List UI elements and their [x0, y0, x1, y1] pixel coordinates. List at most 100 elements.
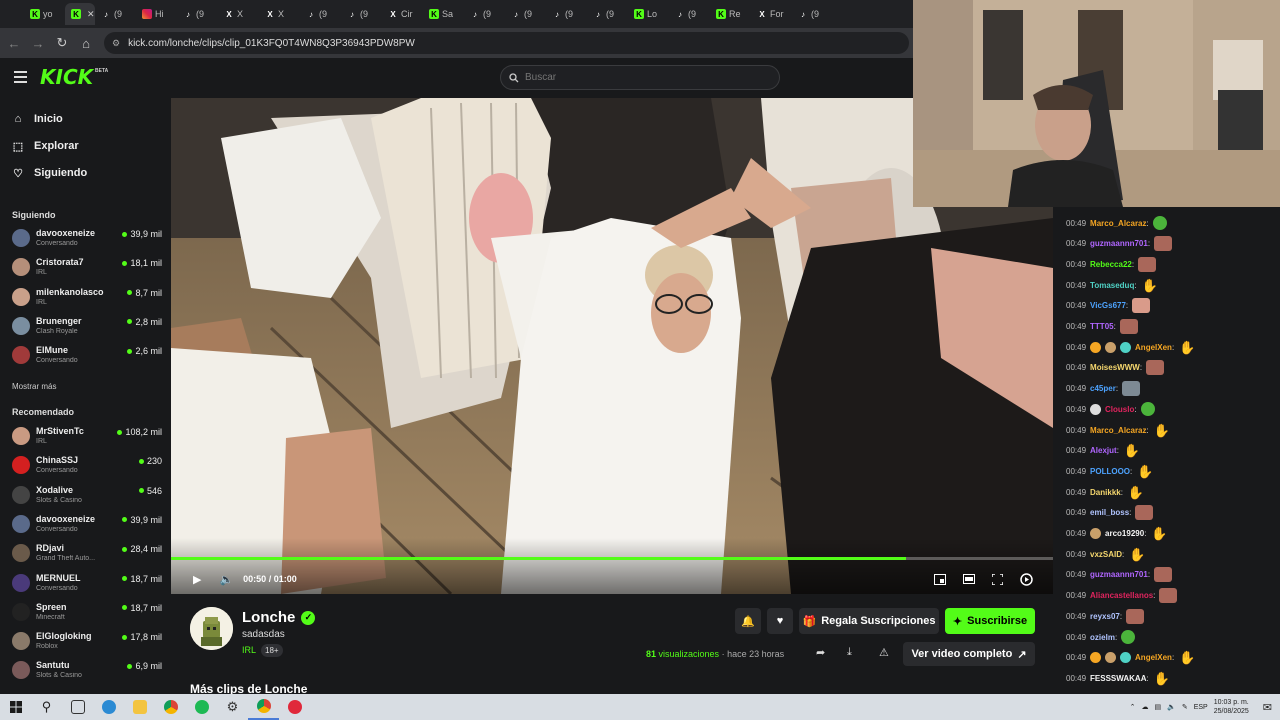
forward-icon[interactable]: →: [26, 31, 50, 55]
theater-mode-icon[interactable]: [963, 574, 975, 584]
chat-message[interactable]: 00:49 AngelXen: ✋: [1066, 338, 1196, 356]
browser-tab[interactable]: ♪ (9: [341, 3, 382, 25]
chat-username[interactable]: Danikkk: [1090, 488, 1121, 497]
nav-explorar[interactable]: ⬚ Explorar: [12, 136, 79, 156]
close-icon[interactable]: ✕: [87, 9, 95, 20]
chat-username[interactable]: Tomaseduq: [1090, 281, 1134, 290]
chat-username[interactable]: Aliancastellanos: [1090, 591, 1153, 600]
chat-message[interactable]: 00:49 Clouslo:: [1066, 400, 1155, 418]
search-bar[interactable]: [500, 65, 780, 90]
network-icon[interactable]: ▤: [1155, 703, 1162, 711]
browser-tab[interactable]: ♪ (9: [546, 3, 587, 25]
chat-username[interactable]: Clouslo: [1105, 405, 1134, 414]
sidebar-channel[interactable]: ElGlogloking Roblox 17,8 mil: [12, 629, 162, 655]
chat-username[interactable]: MoisesWWW: [1090, 363, 1140, 372]
chat-message[interactable]: 00:49 reyxs07:: [1066, 607, 1145, 625]
chat-message[interactable]: 00:49 Danikkk: ✋: [1066, 483, 1145, 501]
chat-username[interactable]: TTT05: [1090, 322, 1114, 331]
miniplayer-icon[interactable]: [934, 573, 946, 585]
sidebar-channel[interactable]: milenkanolasco IRL 8,7 mil: [12, 285, 162, 311]
sidebar-channel[interactable]: MrStivenTc IRL 108,2 mil: [12, 424, 162, 450]
chat-message[interactable]: 00:49 Aliancastellanos:: [1066, 587, 1178, 605]
notification-bell-button[interactable]: 🔔: [735, 608, 761, 634]
sidebar-channel[interactable]: Santutu Slots & Casino 6,9 mil: [12, 658, 162, 684]
chat-username[interactable]: FESSSWAKAA: [1090, 674, 1146, 683]
chat-message[interactable]: 00:49 Marco_Alcaraz: ✋: [1066, 421, 1171, 439]
back-icon[interactable]: ←: [2, 31, 26, 55]
app-red-icon[interactable]: [279, 694, 310, 720]
nav-inicio[interactable]: ⌂ Inicio: [12, 109, 63, 129]
kick-logo[interactable]: KICK: [40, 65, 93, 89]
download-icon[interactable]: ⤓: [847, 646, 852, 659]
settings-icon[interactable]: ⚙: [217, 694, 248, 720]
chat-message[interactable]: 00:49 ozielm:: [1066, 628, 1136, 646]
channel-avatar[interactable]: [190, 607, 233, 650]
browser-tab[interactable]: ♪ (9: [669, 3, 710, 25]
chat-username[interactable]: reyxs07: [1090, 612, 1120, 621]
gift-subscriptions-button[interactable]: 🎁 Regala Suscripciones: [799, 608, 939, 634]
chat-username[interactable]: arco19290: [1105, 529, 1144, 538]
task-view-icon[interactable]: [62, 694, 93, 720]
chrome-icon[interactable]: [155, 694, 186, 720]
reload-icon[interactable]: ↻: [50, 31, 74, 55]
sidebar-channel[interactable]: davooxeneize Conversando 39,9 mil: [12, 226, 162, 252]
chrome-active-icon[interactable]: [248, 694, 279, 720]
chat-username[interactable]: c45per: [1090, 384, 1116, 393]
chat-username[interactable]: Alexjut: [1090, 446, 1117, 455]
browser-tab[interactable]: ♪ (9: [95, 3, 136, 25]
chat-message[interactable]: 00:49 guzmaannn701:: [1066, 235, 1173, 253]
full-video-button[interactable]: Ver video completo ↗: [903, 642, 1035, 666]
chat-username[interactable]: guzmaannn701: [1090, 239, 1148, 248]
chat-message[interactable]: 00:49 POLLOOO: ✋: [1066, 462, 1154, 480]
chat-message[interactable]: 00:49 AngelXen: ✋: [1066, 649, 1196, 667]
menu-icon[interactable]: [14, 71, 27, 83]
browser-tab[interactable]: X For: [751, 3, 792, 25]
browser-tab[interactable]: K Lo: [628, 3, 669, 25]
clock[interactable]: 10:03 p. m. 25/08/2025: [1214, 698, 1249, 716]
chat-message[interactable]: 00:49 vxzSAID: ✋: [1066, 545, 1146, 563]
spotify-icon[interactable]: [186, 694, 217, 720]
site-info-icon[interactable]: ⚙: [112, 38, 120, 49]
chat-username[interactable]: emil_boss: [1090, 508, 1129, 517]
follow-button[interactable]: ♥: [767, 608, 793, 634]
chat-message[interactable]: 00:49 Marco_Alcaraz:: [1066, 214, 1167, 232]
report-icon[interactable]: ⚠: [879, 646, 889, 659]
file-explorer-icon[interactable]: [124, 694, 155, 720]
search-taskbar-icon[interactable]: ⚲: [31, 694, 62, 720]
sidebar-channel[interactable]: ChinaSSJ Conversando 230: [12, 453, 162, 479]
browser-tab[interactable]: ♪ (9: [505, 3, 546, 25]
browser-tab[interactable]: Kyo: [24, 3, 65, 25]
pen-icon[interactable]: ✎: [1182, 703, 1188, 711]
browser-tab[interactable]: XX: [259, 3, 300, 25]
chat-message[interactable]: 00:49 FESSSWAKAA: ✋: [1066, 669, 1171, 687]
chat-message[interactable]: 00:49 arco19290: ✋: [1066, 525, 1168, 543]
fullscreen-icon[interactable]: [992, 573, 1003, 585]
share-icon[interactable]: ➦: [816, 646, 825, 659]
chat-message[interactable]: 00:49 c45per:: [1066, 380, 1141, 398]
browser-tab[interactable]: X Cir: [382, 3, 423, 25]
chevron-up-icon[interactable]: ⌃: [1130, 703, 1136, 711]
browser-tab[interactable]: ♪ (9: [177, 3, 218, 25]
start-icon[interactable]: [0, 694, 31, 720]
subscribe-button[interactable]: ✦ Suscribirse: [945, 608, 1035, 634]
chat-message[interactable]: 00:49 emil_boss:: [1066, 504, 1154, 522]
channel-name[interactable]: Lonche ✓: [242, 609, 316, 626]
chat-username[interactable]: AngelXen: [1135, 653, 1172, 662]
sidebar-channel[interactable]: RDjavi Grand Theft Auto... 28,4 mil: [12, 541, 162, 567]
chat-username[interactable]: vxzSAID: [1090, 550, 1122, 559]
chat-message[interactable]: 00:49 guzmaannn701:: [1066, 566, 1173, 584]
progress-bar[interactable]: [171, 557, 1053, 560]
chat-username[interactable]: POLLOOO: [1090, 467, 1130, 476]
chat-username[interactable]: Marco_Alcaraz: [1090, 426, 1146, 435]
browser-tab[interactable]: K Re: [710, 3, 751, 25]
browser-tab[interactable]: ♪ (9: [300, 3, 341, 25]
sidebar-channel[interactable]: ElMune Conversando 2,6 mil: [12, 343, 162, 369]
chat-message[interactable]: 00:49 Rebecca22:: [1066, 255, 1157, 273]
sidebar-channel[interactable]: Cristorata7 IRL 18,1 mil: [12, 255, 162, 281]
chat-username[interactable]: AngelXen: [1135, 343, 1172, 352]
volume-tray-icon[interactable]: 🔈: [1167, 703, 1176, 711]
browser-tab[interactable]: ♪ (9: [792, 3, 833, 25]
chat-username[interactable]: ozielm: [1090, 633, 1115, 642]
search-input[interactable]: [525, 72, 765, 83]
browser-tab[interactable]: K ✕: [65, 3, 95, 25]
